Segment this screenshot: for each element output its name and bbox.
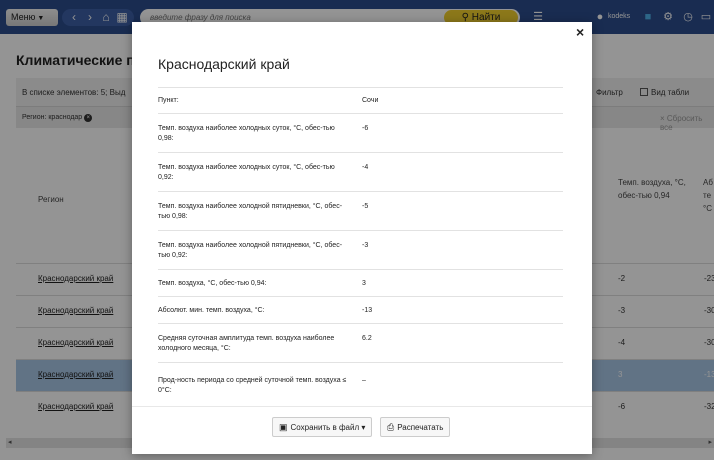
property-row: Темп. воздуха наиболее холодных суток, °…: [158, 113, 563, 152]
save-button-label: Сохранить в файл: [290, 423, 360, 432]
modal-footer: ▣ Сохранить в файл ▾ ⎙ Распечатать: [132, 406, 592, 454]
print-icon: ⎙: [387, 422, 395, 432]
chevron-down-icon: ▾: [361, 423, 366, 432]
property-row: Абсолют. мин. темп. воздуха, °С: -13: [158, 296, 563, 323]
property-row: Темп. воздуха наиболее холодной пятиднев…: [158, 191, 563, 230]
property-value: -6: [362, 125, 369, 132]
detail-modal: Краснодарский край Пункт: Сочи Темп. возду…: [132, 22, 592, 454]
property-value: -13: [362, 307, 373, 314]
property-label: Темп. воздуха наиболее холодной пятиднев…: [158, 203, 343, 220]
property-label: Абсолют. мин. темп. воздуха, °С:: [158, 307, 265, 314]
property-value: –: [362, 377, 366, 384]
property-row: Темп. воздуха наиболее холодной пятиднев…: [158, 230, 563, 269]
property-value: -4: [362, 164, 369, 171]
property-label: Пункт:: [158, 97, 179, 104]
save-to-file-button[interactable]: ▣ Сохранить в файл ▾: [272, 417, 373, 437]
property-value: -3: [362, 242, 369, 249]
property-value: 3: [362, 280, 366, 287]
property-row: Темп. воздуха, °С, обес-тью 0,94: 3: [158, 269, 563, 296]
property-label: Темп. воздуха наиболее холодной пятиднев…: [158, 242, 343, 259]
property-label: Средняя суточная амплитуда темп. воздуха…: [158, 335, 335, 352]
property-label: Прод-ность периода со средней суточной т…: [158, 377, 347, 394]
property-row: Средняя суточная амплитуда темп. воздуха…: [158, 323, 563, 362]
property-label: Темп. воздуха, °С, обес-тью 0,94:: [158, 280, 267, 287]
property-value: -5: [362, 203, 369, 210]
modal-title: Краснодарский край: [158, 56, 290, 72]
property-label: Темп. воздуха наиболее холодных суток, °…: [158, 164, 335, 181]
print-button-label: Распечатать: [397, 423, 444, 432]
property-list[interactable]: Пункт: Сочи Темп. воздуха наиболее холодны…: [158, 87, 563, 407]
print-button[interactable]: ⎙ Распечатать: [380, 417, 451, 437]
property-row: Прод-ность периода со средней суточной т…: [158, 362, 563, 407]
property-label: Темп. воздуха наиболее холодных суток, °…: [158, 125, 335, 142]
property-row: Пункт: Сочи: [158, 87, 563, 113]
property-value: Сочи: [362, 97, 379, 104]
property-value: 6.2: [362, 335, 372, 342]
save-icon: ▣: [279, 422, 288, 432]
property-row: Темп. воздуха наиболее холодных суток, °…: [158, 152, 563, 191]
close-icon[interactable]: ×: [576, 24, 584, 40]
